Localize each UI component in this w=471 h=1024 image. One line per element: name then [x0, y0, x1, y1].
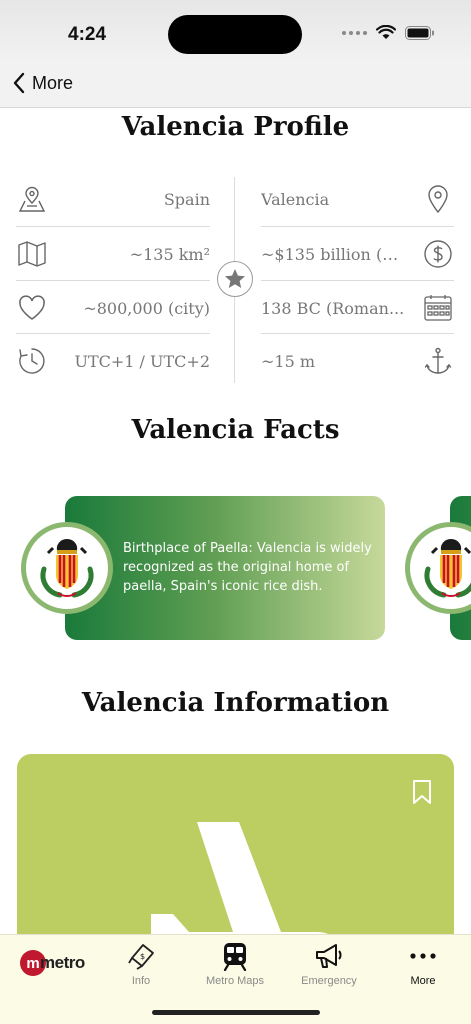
tab-info[interactable]: $ Info	[101, 941, 181, 987]
home-indicator	[152, 1010, 320, 1015]
profile-timezone-value: UTC+1 / UTC+2	[74, 351, 210, 371]
status-time: 4:24	[68, 24, 107, 45]
profile-area-value: ~135 km²	[129, 244, 210, 264]
tab-emergency[interactable]: Emergency	[289, 941, 369, 987]
coat-of-arms-icon	[21, 522, 113, 614]
dollar-icon	[422, 238, 454, 270]
calendar-icon	[422, 292, 454, 324]
dynamic-island	[168, 15, 302, 54]
profile-gdp-value: ~$135 billion (R...	[261, 244, 406, 264]
status-bar: 4:24	[0, 0, 471, 62]
tab-info-label: Info	[131, 975, 151, 987]
profile-population: ~800,000 (city)	[16, 281, 210, 335]
cellular-icon	[342, 30, 367, 35]
tab-more[interactable]: More	[383, 941, 463, 987]
clock-icon	[16, 345, 48, 377]
tab-emergency-label: Emergency	[301, 975, 357, 987]
tab-more-label: More	[410, 975, 436, 987]
metro-logo-text: metro	[40, 953, 85, 972]
wifi-icon	[376, 25, 396, 39]
profile-area: ~135 km²	[16, 227, 210, 281]
navigation-bar: More	[0, 62, 471, 108]
profile-title: Valencia Profile	[121, 112, 350, 142]
tab-metro-maps[interactable]: Metro Maps	[195, 941, 275, 987]
map-icon	[16, 238, 48, 270]
tab-metro-maps-label: Metro Maps	[205, 975, 265, 987]
profile-capital: Valencia	[261, 172, 454, 226]
ticket-icon: $	[101, 941, 181, 971]
facts-title: Valencia Facts	[131, 415, 340, 445]
status-icons	[342, 25, 435, 40]
heart-icon	[16, 292, 48, 324]
coat-of-arms-icon	[405, 522, 471, 614]
bookmark-icon[interactable]	[412, 779, 432, 805]
chevron-left-icon	[13, 72, 25, 94]
profile-elevation: ~15 m	[261, 334, 454, 388]
train-icon	[195, 941, 275, 971]
fact-text: Birthplace of Paella: Valencia is widely…	[123, 541, 372, 594]
profile-elevation-value: ~15 m	[261, 351, 316, 371]
metro-logo: m metro	[20, 950, 85, 976]
profile-grid: Spain ~135 km² ~800,000 (city) UTC+1 / U…	[16, 172, 454, 387]
facts-carousel[interactable]: Birthplace of Paella: Valencia is widely…	[0, 496, 471, 641]
megaphone-icon	[289, 941, 369, 971]
profile-population-value: ~800,000 (city)	[83, 298, 210, 318]
back-label: More	[32, 72, 74, 93]
more-dots-icon	[383, 941, 463, 971]
profile-country-value: Spain	[163, 189, 210, 209]
profile-founded-value: 138 BC (Roman...	[261, 298, 405, 318]
profile-founded: 138 BC (Roman...	[261, 281, 454, 335]
anchor-icon	[422, 345, 454, 377]
star-icon	[217, 261, 253, 297]
profile-capital-value: Valencia	[261, 189, 330, 209]
back-button[interactable]: More	[12, 71, 73, 95]
profile-timezone: UTC+1 / UTC+2	[16, 334, 210, 388]
fact-card[interactable]: Birthplace of Paella: Valencia is widely…	[65, 496, 385, 640]
map-pin-flag-icon	[16, 183, 48, 215]
profile-country: Spain	[16, 172, 210, 226]
profile-gdp: ~$135 billion (R...	[261, 227, 454, 281]
svg-text:$: $	[140, 952, 145, 961]
location-pin-icon	[422, 183, 454, 215]
information-title: Valencia Information	[81, 688, 390, 718]
battery-icon	[405, 25, 434, 40]
